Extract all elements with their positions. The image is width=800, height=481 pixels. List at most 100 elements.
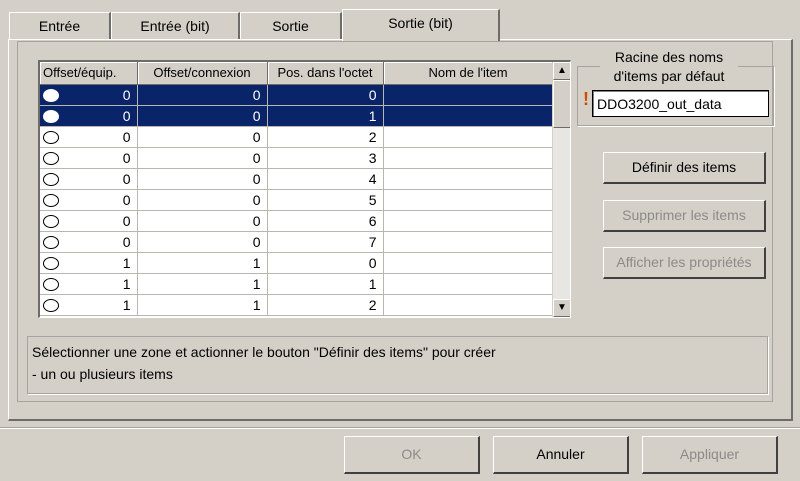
cell-offset-connexion[interactable]: 0 [137, 147, 268, 169]
cell-offset-equip[interactable]: 1 [40, 273, 138, 295]
tab-label: Entrée (bit) [140, 18, 210, 34]
cell-offset-connexion[interactable]: 1 [137, 252, 268, 274]
cell-pos-octet[interactable]: 7 [267, 231, 384, 253]
tab-sortie-bit[interactable]: Sortie (bit) [342, 9, 500, 41]
scroll-thumb[interactable] [553, 80, 570, 128]
cell-offset-connexion[interactable]: 0 [137, 126, 268, 148]
table-row[interactable]: 001 [40, 105, 554, 127]
cell-offset-connexion[interactable]: 0 [137, 210, 268, 232]
items-grid[interactable]: Offset/équip. Offset/connexion Pos. dans… [38, 60, 571, 318]
help-text-box: Sélectionner une zone et actionner le bo… [27, 336, 768, 394]
cell-value: 0 [122, 86, 131, 103]
cell-nom-item[interactable] [383, 168, 554, 190]
tab-entree[interactable]: Entrée [9, 12, 111, 39]
cell-pos-octet[interactable]: 1 [267, 105, 384, 127]
cell-pos-octet[interactable]: 0 [267, 84, 384, 106]
cell-pos-octet[interactable]: 2 [267, 294, 384, 316]
row-marker-icon [43, 236, 59, 250]
table-row[interactable]: 003 [40, 147, 554, 169]
cell-offset-equip[interactable]: 0 [40, 84, 138, 106]
apply-button[interactable]: Appliquer [642, 436, 778, 474]
items-table: Offset/équip. Offset/connexion Pos. dans… [40, 62, 554, 316]
table-row[interactable]: 007 [40, 231, 554, 253]
delete-items-button[interactable]: Supprimer les items [603, 200, 766, 232]
column-header-nom-item[interactable]: Nom de l'item [383, 62, 554, 85]
row-marker-icon [43, 89, 59, 103]
cell-value: 0 [122, 128, 131, 145]
cell-offset-connexion[interactable]: 1 [137, 273, 268, 295]
cell-pos-octet[interactable]: 6 [267, 210, 384, 232]
table-row[interactable]: 005 [40, 189, 554, 211]
cell-nom-item[interactable] [383, 252, 554, 274]
cell-offset-equip[interactable]: 0 [40, 126, 138, 148]
table-row[interactable]: 112 [40, 294, 554, 316]
cell-pos-octet[interactable]: 2 [267, 126, 384, 148]
cell-offset-equip[interactable]: 0 [40, 168, 138, 190]
cell-offset-equip[interactable]: 0 [40, 210, 138, 232]
cell-offset-equip[interactable]: 0 [40, 189, 138, 211]
button-label: Afficher les propriétés [616, 254, 752, 270]
cell-value: 0 [122, 212, 131, 229]
cell-pos-octet[interactable]: 5 [267, 189, 384, 211]
table-row[interactable]: 110 [40, 252, 554, 274]
cell-nom-item[interactable] [383, 147, 554, 169]
cell-pos-octet[interactable]: 1 [267, 273, 384, 295]
column-header-pos-octet[interactable]: Pos. dans l'octet [267, 62, 384, 85]
cell-nom-item[interactable] [383, 189, 554, 211]
cell-value: 0 [122, 233, 131, 250]
cancel-button[interactable]: Annuler [493, 436, 629, 474]
cell-pos-octet[interactable]: 0 [267, 252, 384, 274]
cell-nom-item[interactable] [383, 84, 554, 106]
button-label: Annuler [536, 446, 585, 462]
table-row[interactable]: 002 [40, 126, 554, 148]
cell-value: 1 [122, 275, 131, 292]
cell-nom-item[interactable] [383, 231, 554, 253]
row-marker-icon [43, 257, 59, 271]
cell-pos-octet[interactable]: 3 [267, 147, 384, 169]
root-name-input[interactable] [592, 90, 769, 117]
tab-entree-bit[interactable]: Entrée (bit) [111, 12, 240, 39]
cell-offset-connexion[interactable]: 0 [137, 168, 268, 190]
cell-offset-equip[interactable]: 0 [40, 105, 138, 127]
cell-nom-item[interactable] [383, 294, 554, 316]
cell-nom-item[interactable] [383, 273, 554, 295]
cell-offset-equip[interactable]: 1 [40, 294, 138, 316]
cell-pos-octet[interactable]: 4 [267, 168, 384, 190]
cell-nom-item[interactable] [383, 210, 554, 232]
cell-value: 1 [122, 254, 131, 271]
show-properties-button[interactable]: Afficher les propriétés [603, 247, 766, 279]
column-header-offset-connexion[interactable]: Offset/connexion [137, 62, 268, 85]
cell-offset-equip[interactable]: 0 [40, 147, 138, 169]
cell-offset-connexion[interactable]: 0 [137, 105, 268, 127]
cell-value: 1 [122, 296, 131, 313]
cell-offset-connexion[interactable]: 0 [137, 84, 268, 106]
button-label: Définir des items [631, 159, 737, 175]
scroll-up-button[interactable]: ▲ [553, 62, 570, 80]
help-text-line: Sélectionner une zone et actionner le bo… [32, 344, 496, 360]
table-header-row: Offset/équip. Offset/connexion Pos. dans… [40, 62, 554, 85]
ok-button[interactable]: OK [344, 436, 480, 474]
cell-value: 0 [122, 170, 131, 187]
grid-scrollbar[interactable]: ▲ ▼ [552, 62, 570, 317]
row-marker-icon [43, 110, 59, 124]
table-row[interactable]: 000 [40, 84, 554, 106]
cell-value: 0 [122, 149, 131, 166]
table-row[interactable]: 111 [40, 273, 554, 295]
cell-offset-connexion[interactable]: 1 [137, 294, 268, 316]
cell-offset-equip[interactable]: 0 [40, 231, 138, 253]
row-marker-icon [43, 152, 59, 166]
column-header-offset-equip[interactable]: Offset/équip. [40, 62, 138, 85]
button-label: OK [401, 446, 422, 462]
table-row[interactable]: 006 [40, 210, 554, 232]
scroll-down-button[interactable]: ▼ [553, 299, 570, 317]
table-row[interactable]: 004 [40, 168, 554, 190]
cell-offset-connexion[interactable]: 0 [137, 189, 268, 211]
define-items-button[interactable]: Définir des items [603, 152, 766, 184]
cell-offset-connexion[interactable]: 0 [137, 231, 268, 253]
cell-nom-item[interactable] [383, 105, 554, 127]
cell-nom-item[interactable] [383, 126, 554, 148]
tab-label: Sortie [272, 18, 309, 34]
cell-offset-equip[interactable]: 1 [40, 252, 138, 274]
row-marker-icon [43, 173, 59, 187]
tab-sortie[interactable]: Sortie [240, 12, 342, 39]
